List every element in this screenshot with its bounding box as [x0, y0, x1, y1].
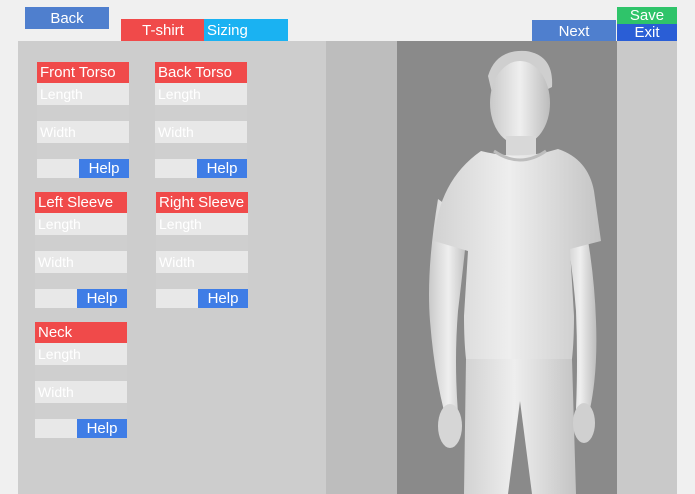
- mannequin-model: [429, 50, 601, 494]
- save-button[interactable]: Save: [617, 7, 677, 24]
- length-input[interactable]: Length: [37, 83, 129, 105]
- help-button[interactable]: Help: [77, 419, 127, 438]
- panel-front-torso: Front Torso Length Width Help: [37, 62, 129, 178]
- exit-button[interactable]: Exit: [617, 24, 677, 41]
- help-button[interactable]: Help: [79, 159, 129, 178]
- length-input[interactable]: Length: [155, 83, 247, 105]
- next-button[interactable]: Next: [532, 20, 616, 42]
- panel-title: Left Sleeve: [35, 192, 127, 213]
- panel-back-torso: Back Torso Length Width Help: [155, 62, 247, 178]
- width-input[interactable]: Width: [155, 121, 247, 143]
- length-input[interactable]: Length: [35, 213, 127, 235]
- panel-title: Neck: [35, 322, 127, 343]
- length-input[interactable]: Length: [156, 213, 248, 235]
- help-button[interactable]: Help: [198, 289, 248, 308]
- tab-sizing[interactable]: Sizing: [204, 19, 288, 41]
- length-input[interactable]: Length: [35, 343, 127, 365]
- width-input[interactable]: Width: [35, 381, 127, 403]
- model-viewer-side: [617, 41, 677, 494]
- panel-neck: Neck Length Width Help: [35, 322, 127, 438]
- tab-tshirt[interactable]: T-shirt: [121, 19, 205, 41]
- help-button[interactable]: Help: [197, 159, 247, 178]
- panel-title: Front Torso: [37, 62, 129, 83]
- width-input[interactable]: Width: [35, 251, 127, 273]
- panel-right-sleeve: Right Sleeve Length Width Help: [156, 192, 248, 308]
- panel-title: Back Torso: [155, 62, 247, 83]
- help-button[interactable]: Help: [77, 289, 127, 308]
- width-input[interactable]: Width: [37, 121, 129, 143]
- panel-title: Right Sleeve: [156, 192, 248, 213]
- panel-left-sleeve: Left Sleeve Length Width Help: [35, 192, 127, 308]
- back-button[interactable]: Back: [25, 7, 109, 29]
- width-input[interactable]: Width: [156, 251, 248, 273]
